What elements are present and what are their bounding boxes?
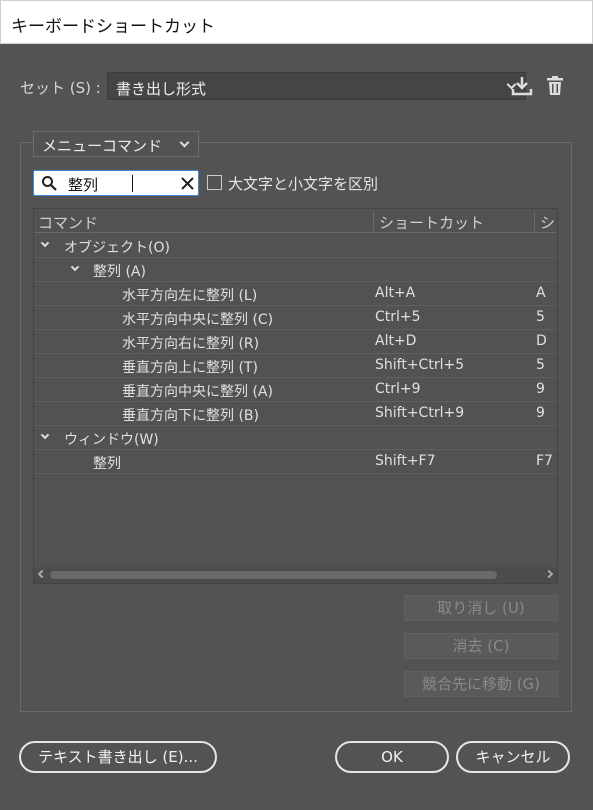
- row-shortcut: Shift+Ctrl+5: [375, 357, 465, 373]
- clear-button[interactable]: 消去 (C): [404, 633, 558, 659]
- row-command: 水平方向右に整列 (R): [122, 336, 260, 352]
- row-shortcut: Ctrl+9: [375, 381, 421, 397]
- search-icon: [42, 176, 57, 191]
- chevron-down-icon[interactable]: [40, 430, 50, 440]
- chevron-down-icon: [179, 137, 190, 148]
- row-shortcut: Alt+A: [375, 285, 416, 301]
- row-command: 水平方向左に整列 (L): [122, 288, 258, 304]
- set-dropdown-value: 書き出し形式: [116, 80, 207, 98]
- trash-icon[interactable]: [543, 74, 567, 98]
- ok-button[interactable]: OK: [335, 741, 449, 773]
- go-to-conflict-button[interactable]: 競合先に移動 (G): [404, 671, 558, 697]
- row-command: 水平方向中央に整列 (C): [122, 312, 274, 328]
- export-text-button[interactable]: テキスト書き出し (E)...: [19, 741, 217, 773]
- column-header-command[interactable]: コマンド: [38, 212, 98, 233]
- close-icon[interactable]: [181, 177, 194, 190]
- row-command: 整列: [93, 456, 121, 472]
- row-symbol: 5: [536, 357, 545, 373]
- set-label: セット (S) :: [20, 79, 101, 97]
- row-symbol: 5: [536, 309, 545, 325]
- table-row[interactable]: 水平方向中央に整列 (C) Ctrl+5 5: [34, 306, 557, 330]
- row-command: ウィンドウ(W): [64, 432, 159, 448]
- column-header-symbol[interactable]: シ: [540, 212, 555, 233]
- scroll-left-icon[interactable]: [37, 569, 47, 579]
- chevron-down-icon[interactable]: [40, 238, 50, 248]
- command-type-dropdown[interactable]: メニューコマンド: [33, 131, 199, 157]
- row-command: 整列 (A): [93, 264, 146, 280]
- case-sensitive-checkbox[interactable]: [207, 175, 222, 190]
- window-title: キーボードショートカット: [11, 17, 215, 37]
- text-caret: [132, 175, 133, 192]
- shortcut-table: コマンド ショートカット シ オブジェクト(O) 整列 (A) 水平方向左に整列…: [33, 208, 558, 584]
- column-header-shortcut[interactable]: ショートカット: [379, 212, 484, 233]
- row-command: 垂直方向下に整列 (B): [122, 408, 259, 424]
- row-command: 垂直方向中央に整列 (A): [122, 384, 273, 400]
- cancel-button[interactable]: キャンセル: [456, 741, 570, 773]
- row-symbol: D: [536, 333, 547, 349]
- row-symbol: 9: [536, 381, 545, 397]
- case-sensitive-label: 大文字と小文字を区別: [228, 175, 379, 193]
- horizontal-scrollbar[interactable]: [34, 567, 557, 583]
- table-row[interactable]: ウィンドウ(W): [34, 426, 557, 450]
- row-shortcut: Ctrl+5: [375, 309, 421, 325]
- scrollbar-thumb[interactable]: [50, 571, 497, 579]
- table-row[interactable]: 垂直方向中央に整列 (A) Ctrl+9 9: [34, 378, 557, 402]
- undo-button[interactable]: 取り消し (U): [404, 595, 558, 621]
- title-bar: キーボードショートカット: [0, 0, 593, 44]
- row-symbol: F7: [536, 453, 553, 469]
- table-row[interactable]: 整列 (A): [34, 258, 557, 282]
- table-row[interactable]: 水平方向右に整列 (R) Alt+D D: [34, 330, 557, 354]
- row-shortcut: Shift+Ctrl+9: [375, 405, 465, 421]
- row-shortcut: Shift+F7: [375, 453, 436, 469]
- download-icon[interactable]: [510, 74, 534, 98]
- search-value: 整列: [68, 176, 99, 194]
- table-header: コマンド ショートカット シ: [34, 209, 557, 233]
- row-symbol: A: [536, 285, 546, 301]
- search-input[interactable]: 整列: [33, 170, 199, 196]
- row-command: 垂直方向上に整列 (T): [122, 360, 258, 376]
- row-symbol: 9: [536, 405, 545, 421]
- set-row: セット (S) : 書き出し形式: [20, 72, 575, 100]
- row-shortcut: Alt+D: [375, 333, 417, 349]
- table-row[interactable]: 水平方向左に整列 (L) Alt+A A: [34, 282, 557, 306]
- column-divider[interactable]: [534, 211, 535, 231]
- table-row[interactable]: 垂直方向下に整列 (B) Shift+Ctrl+9 9: [34, 402, 557, 426]
- set-dropdown[interactable]: 書き出し形式: [107, 72, 526, 100]
- chevron-down-icon[interactable]: [70, 262, 80, 272]
- table-row[interactable]: 整列 Shift+F7 F7: [34, 450, 557, 474]
- table-row[interactable]: オブジェクト(O): [34, 234, 557, 258]
- scroll-right-icon[interactable]: [544, 569, 554, 579]
- command-type-value: メニューコマンド: [42, 137, 163, 155]
- row-command: オブジェクト(O): [64, 240, 170, 256]
- table-row[interactable]: 垂直方向上に整列 (T) Shift+Ctrl+5 5: [34, 354, 557, 378]
- column-divider[interactable]: [373, 211, 374, 231]
